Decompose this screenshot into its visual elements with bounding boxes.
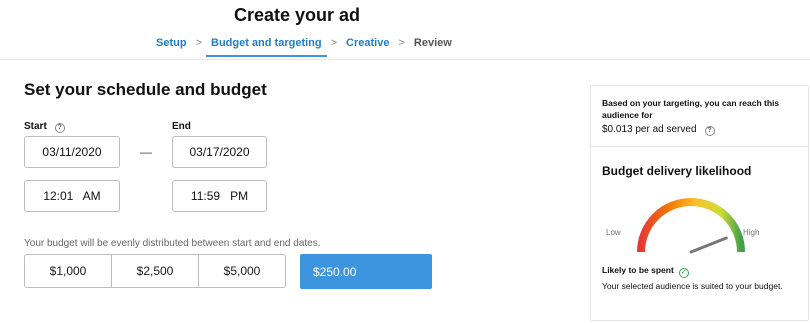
cost-per-ad: $0.013 per ad served? — [602, 124, 715, 136]
likelihood-title: Budget delivery likelihood — [602, 164, 752, 178]
help-icon[interactable]: ? — [704, 126, 715, 136]
likelihood-gauge — [637, 198, 745, 254]
end-label: End — [172, 121, 191, 132]
panel-divider — [591, 146, 808, 147]
likely-spent: Likely to be spent ✓ — [602, 265, 689, 278]
budget-note: Your budget will be evenly distributed b… — [24, 238, 321, 249]
custom-budget-input[interactable]: $250.00 — [300, 254, 432, 289]
budget-options: $1,000 $2,500 $5,000 — [24, 254, 286, 288]
step-budget-and-targeting[interactable]: Budget and targeting — [206, 37, 327, 57]
end-date-input[interactable]: 03/17/2020 — [172, 136, 267, 168]
date-range-dash: — — [140, 145, 152, 159]
budget-option-2500[interactable]: $2,500 — [111, 254, 199, 288]
gauge-high-label: High — [743, 228, 760, 237]
chevron-right-icon: > — [330, 37, 338, 49]
gauge-needle — [689, 236, 728, 254]
start-label: Start? — [24, 121, 65, 133]
page-header: Create your ad Setup > Budget and target… — [0, 0, 810, 60]
cost-text: $0.013 per ad served — [602, 124, 697, 135]
budget-option-5000[interactable]: $5,000 — [198, 254, 286, 288]
step-review[interactable]: Review — [414, 37, 452, 49]
audience-description: Your selected audience is suited to your… — [602, 281, 783, 291]
step-setup[interactable]: Setup — [156, 37, 187, 49]
help-icon[interactable]: ? — [54, 123, 65, 133]
section-title: Set your schedule and budget — [24, 80, 267, 99]
step-creative[interactable]: Creative — [346, 37, 389, 49]
chevron-right-icon: > — [398, 37, 405, 49]
chevron-right-icon: > — [195, 37, 202, 49]
likely-spent-text: Likely to be spent — [602, 265, 674, 275]
budget-insight-panel: Based on your targeting, you can reach t… — [590, 85, 809, 321]
page-title: Create your ad — [233, 5, 361, 25]
gauge-low-label: Low — [606, 228, 621, 237]
step-breadcrumb: Setup > Budget and targeting > Creative … — [156, 37, 452, 57]
check-circle-icon: ✓ — [678, 268, 689, 278]
start-date-input[interactable]: 03/11/2020 — [24, 136, 120, 168]
start-label-text: Start — [24, 121, 47, 132]
end-time-input[interactable]: 11:59 PM — [172, 180, 267, 212]
reach-text: Based on your targeting, you can reach t… — [602, 98, 780, 120]
budget-option-1000[interactable]: $1,000 — [24, 254, 112, 288]
start-time-input[interactable]: 12:01 AM — [24, 180, 120, 212]
gauge-arc — [637, 198, 745, 253]
